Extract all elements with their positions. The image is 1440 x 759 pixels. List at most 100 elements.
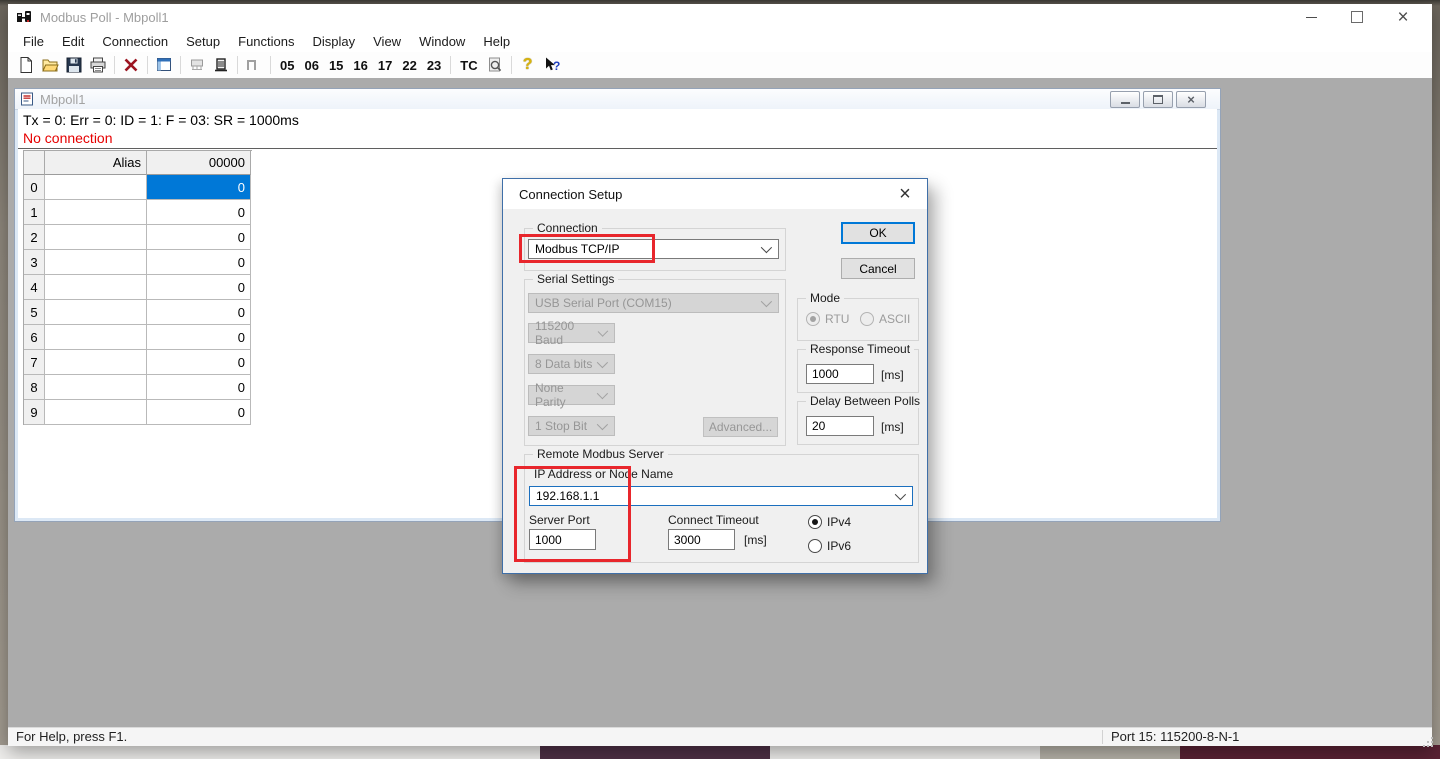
value-cell[interactable]: 0 <box>147 300 251 325</box>
cancel-button[interactable]: Cancel <box>841 258 915 279</box>
alias-cell[interactable] <box>45 175 147 200</box>
stop-bits-value: 1 Stop Bit <box>535 419 587 433</box>
table-row: 9 0 <box>24 400 252 425</box>
tc-button[interactable]: TC <box>455 54 482 76</box>
find-icon[interactable] <box>483 54 507 76</box>
new-document-icon[interactable] <box>14 54 38 76</box>
row-header-cell[interactable]: 9 <box>24 400 45 425</box>
chevron-down-icon <box>597 419 608 430</box>
table-row: 8 0 <box>24 375 252 400</box>
row-header-cell[interactable]: 2 <box>24 225 45 250</box>
alias-cell[interactable] <box>45 325 147 350</box>
ipv6-radio[interactable]: IPv6 <box>808 539 851 553</box>
chevron-down-icon <box>597 388 608 399</box>
function-code-button[interactable]: 22 <box>397 54 421 76</box>
radio-icon <box>808 515 822 529</box>
menu-item[interactable]: Connection <box>93 32 177 51</box>
function-code-button[interactable]: 05 <box>275 54 299 76</box>
response-timeout-input[interactable]: 1000 <box>806 364 874 384</box>
alias-cell[interactable] <box>45 375 147 400</box>
row-header-cell[interactable]: 7 <box>24 350 45 375</box>
delay-between-polls-input[interactable]: 20 <box>806 416 874 436</box>
toolbar-separator <box>114 56 115 74</box>
menu-item[interactable]: Display <box>304 32 365 51</box>
alias-cell[interactable] <box>45 200 147 225</box>
ipv4-radio[interactable]: IPv4 <box>808 515 851 529</box>
mode-group: Mode RTU ASCII <box>797 298 919 341</box>
row-header-cell[interactable]: 3 <box>24 250 45 275</box>
value-cell[interactable]: 0 <box>147 250 251 275</box>
menu-item[interactable]: Help <box>474 32 519 51</box>
document-minimize-button[interactable] <box>1110 91 1140 108</box>
ascii-radio: ASCII <box>860 312 910 326</box>
value-cell[interactable]: 0 <box>147 175 251 200</box>
print-icon[interactable] <box>86 54 110 76</box>
app-window: Modbus Poll - Mbpoll1 × FileEditConnecti… <box>8 4 1432 746</box>
response-timeout-label: Response Timeout <box>806 342 914 356</box>
alias-cell[interactable] <box>45 275 147 300</box>
alias-cell[interactable] <box>45 225 147 250</box>
desktop-blob <box>1040 745 1180 759</box>
chevron-down-icon <box>895 489 906 500</box>
dialog-close-button[interactable]: × <box>889 179 921 209</box>
help-icon[interactable]: ? <box>516 54 540 76</box>
value-cell[interactable]: 0 <box>147 225 251 250</box>
save-icon[interactable] <box>62 54 86 76</box>
row-header-cell[interactable]: 0 <box>24 175 45 200</box>
value-column-header[interactable]: 00000 <box>147 151 251 175</box>
value-cell[interactable]: 0 <box>147 400 251 425</box>
row-header-cell[interactable]: 5 <box>24 300 45 325</box>
row-header-cell[interactable]: 6 <box>24 325 45 350</box>
status-bar: For Help, press F1. Port 15: 115200-8-N-… <box>8 727 1432 746</box>
menu-item[interactable]: File <box>14 32 53 51</box>
chevron-down-icon <box>597 326 608 337</box>
svg-text:?: ? <box>553 59 560 73</box>
communication-traffic-icon[interactable] <box>209 54 233 76</box>
context-help-icon[interactable]: ? <box>540 54 564 76</box>
menu-item[interactable]: Window <box>410 32 474 51</box>
value-cell[interactable]: 0 <box>147 375 251 400</box>
menu-item[interactable]: Edit <box>53 32 93 51</box>
value-cell[interactable]: 0 <box>147 275 251 300</box>
minimize-button[interactable] <box>1288 4 1334 30</box>
value-cell[interactable]: 0 <box>147 350 251 375</box>
menu-item[interactable]: View <box>364 32 410 51</box>
parity-select: None Parity <box>528 385 615 405</box>
maximize-button[interactable] <box>1334 4 1380 30</box>
function-code-button[interactable]: 16 <box>348 54 372 76</box>
row-header-cell[interactable]: 4 <box>24 275 45 300</box>
chevron-down-icon <box>597 357 608 368</box>
alias-cell[interactable] <box>45 400 147 425</box>
resize-grip[interactable] <box>1427 741 1429 743</box>
ipv6-radio-label: IPv6 <box>827 539 851 553</box>
document-restore-button[interactable] <box>1143 91 1173 108</box>
menu-item[interactable]: Setup <box>177 32 229 51</box>
menu-item[interactable]: Functions <box>229 32 303 51</box>
function-code-button[interactable]: 15 <box>324 54 348 76</box>
cancel-icon[interactable] <box>119 54 143 76</box>
connect-timeout-input[interactable]: 3000 <box>668 529 735 550</box>
ok-button[interactable]: OK <box>841 222 915 244</box>
single-poll-icon[interactable] <box>242 54 266 76</box>
function-code-button[interactable]: 23 <box>422 54 446 76</box>
alias-cell[interactable] <box>45 300 147 325</box>
row-header-cell[interactable]: 1 <box>24 200 45 225</box>
close-button[interactable]: × <box>1380 4 1426 30</box>
function-code-button[interactable]: 06 <box>299 54 323 76</box>
value-cell[interactable]: 0 <box>147 200 251 225</box>
display-setup-icon[interactable] <box>152 54 176 76</box>
read-write-once-icon[interactable] <box>185 54 209 76</box>
alias-column-header[interactable]: Alias <box>45 151 147 175</box>
table-row: 5 0 <box>24 300 252 325</box>
open-folder-icon[interactable] <box>38 54 62 76</box>
title-bar: Modbus Poll - Mbpoll1 × <box>8 4 1432 30</box>
function-code-button[interactable]: 17 <box>373 54 397 76</box>
corner-header-cell <box>24 151 45 175</box>
row-header-cell[interactable]: 8 <box>24 375 45 400</box>
function-code-buttons: 05061516172223 <box>275 54 446 76</box>
alias-cell[interactable] <box>45 350 147 375</box>
value-cell[interactable]: 0 <box>147 325 251 350</box>
alias-cell[interactable] <box>45 250 147 275</box>
grid-header-row: Alias 00000 <box>24 151 252 175</box>
document-close-button[interactable]: × <box>1176 91 1206 108</box>
